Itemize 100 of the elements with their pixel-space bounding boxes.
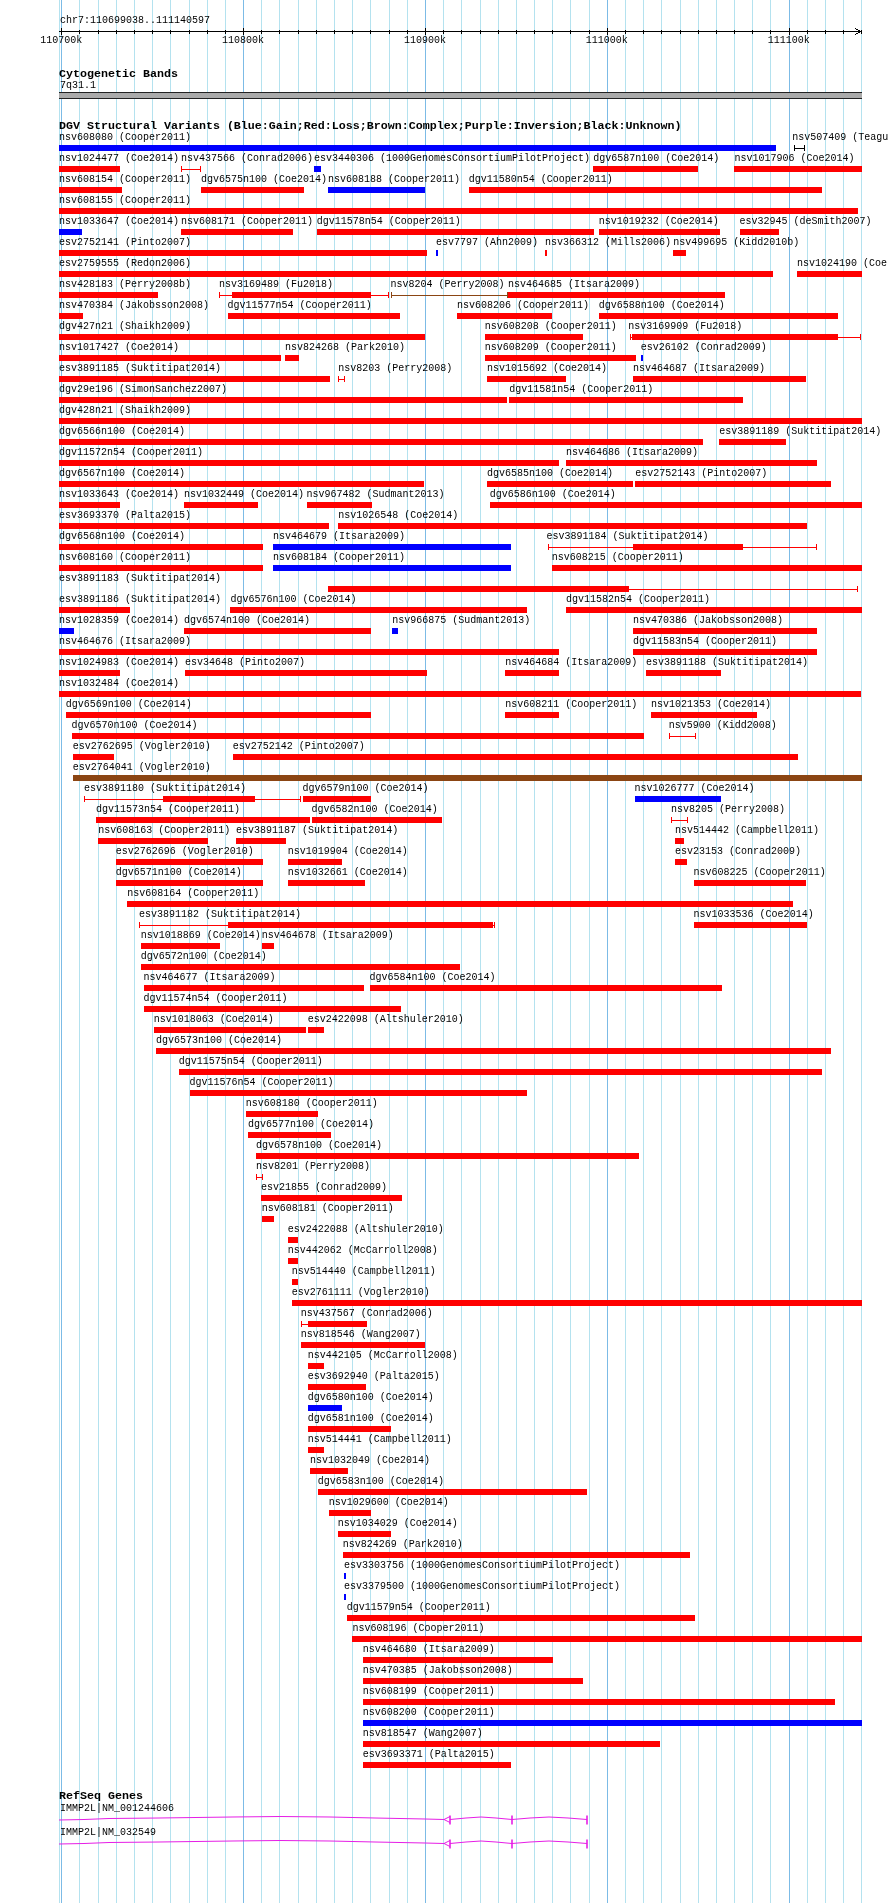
track-title: RefSeq Genes	[59, 1790, 143, 1802]
variant-label: dgv6568n100 (Coe2014)	[59, 531, 186, 543]
variant-label: dgv6572n100 (Coe2014)	[140, 951, 267, 963]
variant-label: esv3891184 (Suktitipat2014)	[546, 531, 709, 543]
variant-label: nsv470386 (Jakobsson2008)	[632, 615, 783, 627]
variant-label: dgv6569n100 (Coe2014)	[65, 699, 192, 711]
variant-label: dgv11575n54 (Cooper2011)	[178, 1056, 323, 1068]
ruler-tick-label: 110800k	[222, 35, 265, 47]
variant-label: dgv6586n100 (Coe2014)	[489, 489, 616, 501]
variant-label: dgv6582n100 (Coe2014)	[311, 804, 438, 816]
variant-label: nsv464685 (Itsara2009)	[508, 279, 641, 291]
variant-label: dgv6566n100 (Coe2014)	[59, 426, 186, 438]
variant-label: nsv1021353 (Coe2014)	[651, 699, 772, 711]
variant-label: dgv6577n100 (Coe2014)	[248, 1119, 375, 1131]
variant-label: dgv6575n100 (Coe2014)	[200, 174, 327, 186]
variant-label: nsv3169489 (Fu2018)	[219, 279, 334, 291]
variant-label: nsv608080 (Cooper2011)	[59, 132, 192, 144]
variant-label: nsv608163 (Cooper2011)	[98, 825, 231, 837]
variant-label: esv2752143 (Pinto2007)	[635, 468, 768, 480]
variant-label: esv3891180 (Suktitipat2014)	[84, 783, 247, 795]
variant-label: nsv464678 (Itsara2009)	[261, 930, 394, 942]
variant-label: nsv1026548 (Coe2014)	[338, 510, 459, 522]
variant-label: nsv464679 (Itsara2009)	[273, 531, 406, 543]
variant-label: nsv5900 (Kidd2008)	[668, 720, 777, 732]
variant-label: esv2761111 (Vogler2010)	[291, 1287, 430, 1299]
variant-label: dgv6573n100 (Coe2014)	[156, 1035, 283, 1047]
variant-label: esv3379500 (1000GenomesConsortiumPilotProject)	[343, 1581, 620, 1593]
variant-label: nsv1028359 (Coe2014)	[59, 615, 180, 627]
ruler-tick-label: 111000k	[585, 35, 628, 47]
variant-label: nsv464687 (Itsara2009)	[632, 363, 765, 375]
variant-label: esv7797 (Ahn2009)	[435, 237, 538, 249]
variant-label: nsv514442 (Campbell2011)	[674, 825, 819, 837]
variant-label: nsv1017427 (Coe2014)	[59, 342, 180, 354]
variant-label: nsv442105 (McCarroll2008)	[307, 1350, 458, 1362]
variant-label: nsv608206 (Cooper2011)	[456, 300, 589, 312]
variant-label: nsv608171 (Cooper2011)	[181, 216, 314, 228]
variant-label: dgv6570n100 (Coe2014)	[71, 720, 198, 732]
variant-label: nsv1024190 (Coe	[796, 258, 887, 270]
variant-label: nsv608199 (Cooper2011)	[362, 1686, 495, 1698]
variant-label: nsv470385 (Jakobsson2008)	[362, 1665, 513, 1677]
track-title: Cytogenetic Bands	[59, 68, 178, 80]
variant-label: nsv608225 (Cooper2011)	[693, 867, 826, 879]
variant-label: esv3693371 (Palta2015)	[362, 1749, 495, 1761]
variant-label: nsv507409 (Teagu	[792, 132, 889, 144]
variant-label: dgv6584n100 (Coe2014)	[369, 972, 496, 984]
variant-label: esv2422088 (Altshuler2010)	[287, 1224, 444, 1236]
variant-label: nsv608209 (Cooper2011)	[484, 342, 617, 354]
variant-label: dgv6580n100 (Coe2014)	[307, 1392, 434, 1404]
variant-label: esv26102 (Conrad2009)	[640, 342, 767, 354]
variant-label: nsv464684 (Itsara2009)	[505, 657, 638, 669]
track-title: DGV Structural Variants (Blue:Gain;Red:Loss;Brown:Complex;Purple:Inversion;Black:Unknown)	[59, 120, 682, 132]
ruler-tick-label: 110900k	[403, 35, 446, 47]
variant-label: dgv11572n54 (Cooper2011)	[59, 447, 204, 459]
variant-label: dgv11579n54 (Cooper2011)	[346, 1602, 491, 1614]
variant-label: nsv1018869 (Coe2014)	[140, 930, 261, 942]
variant-label: dgv6576n100 (Coe2014)	[230, 594, 357, 606]
variant-label: esv3891183 (Suktitipat2014)	[59, 573, 222, 585]
variant-label: esv3692940 (Palta2015)	[307, 1371, 440, 1383]
variant-label: nsv1024983 (Coe2014)	[59, 657, 180, 669]
variant-label: dgv428n21 (Shaikh2009)	[59, 405, 192, 417]
variant-label: nsv824269 (Park2010)	[342, 1539, 463, 1551]
variant-label: dgv6583n100 (Coe2014)	[317, 1476, 444, 1488]
ruler-tick-label: 111100k	[767, 35, 810, 47]
variant-label: esv3891188 (Suktitipat2014)	[645, 657, 808, 669]
variant-label: nsv442062 (McCarroll2008)	[287, 1245, 438, 1257]
variant-label: nsv3169909 (Fu2018)	[628, 321, 743, 333]
variant-label: nsv1019904 (Coe2014)	[287, 846, 408, 858]
variant-label: nsv608211 (Cooper2011)	[505, 699, 638, 711]
variant-label: esv3303756 (1000GenomesConsortiumPilotProject)	[343, 1560, 620, 1572]
variant-label: nsv608164 (Cooper2011)	[127, 888, 260, 900]
variant-label: nsv818546 (Wang2007)	[300, 1329, 421, 1341]
variant-label: nsv464686 (Itsara2009)	[565, 447, 698, 459]
variant-label: nsv608154 (Cooper2011)	[59, 174, 192, 186]
variant-label: nsv1029600 (Coe2014)	[328, 1497, 449, 1509]
region-label: chr7:110699038..111140597	[60, 15, 211, 27]
variant-label: nsv608160 (Cooper2011)	[59, 552, 192, 564]
variant-label: nsv366312 (Mills2006)	[544, 237, 671, 249]
variant-label: nsv608215 (Cooper2011)	[551, 552, 684, 564]
variant-label: esv34648 (Pinto2007)	[185, 657, 306, 669]
variant-label: nsv1017906 (Coe2014)	[734, 153, 855, 165]
variant-label: nsv470384 (Jakobsson2008)	[59, 300, 210, 312]
variant-label: nsv464677 (Itsara2009)	[143, 972, 276, 984]
gene-label: IMMP2L|NM_032549	[60, 1827, 156, 1839]
variant-label: nsv1019232 (Coe2014)	[598, 216, 719, 228]
variant-label: esv23153 (Conrad2009)	[674, 846, 801, 858]
variant-label: nsv499695 (Kidd2010b)	[673, 237, 800, 249]
variant-label: nsv1033647 (Coe2014)	[59, 216, 180, 228]
band-label: 7q31.1	[60, 80, 96, 92]
variant-label: esv3891185 (Suktitipat2014)	[59, 363, 222, 375]
variant-label: nsv824268 (Park2010)	[284, 342, 405, 354]
variant-label: dgv11573n54 (Cooper2011)	[95, 804, 240, 816]
variant-label: nsv608196 (Cooper2011)	[352, 1623, 485, 1635]
variant-label: nsv514440 (Campbell2011)	[291, 1266, 436, 1278]
variant-label: dgv6585n100 (Coe2014)	[487, 468, 614, 480]
variant-label: dgv11574n54 (Cooper2011)	[143, 993, 288, 1005]
variant-label: esv3693370 (Palta2015)	[59, 510, 192, 522]
variant-label: nsv608155 (Cooper2011)	[59, 195, 192, 207]
variant-label: dgv6579n100 (Coe2014)	[302, 783, 429, 795]
variant-label: nsv8205 (Perry2008)	[670, 804, 785, 816]
variant-label: nsv608200 (Cooper2011)	[362, 1707, 495, 1719]
